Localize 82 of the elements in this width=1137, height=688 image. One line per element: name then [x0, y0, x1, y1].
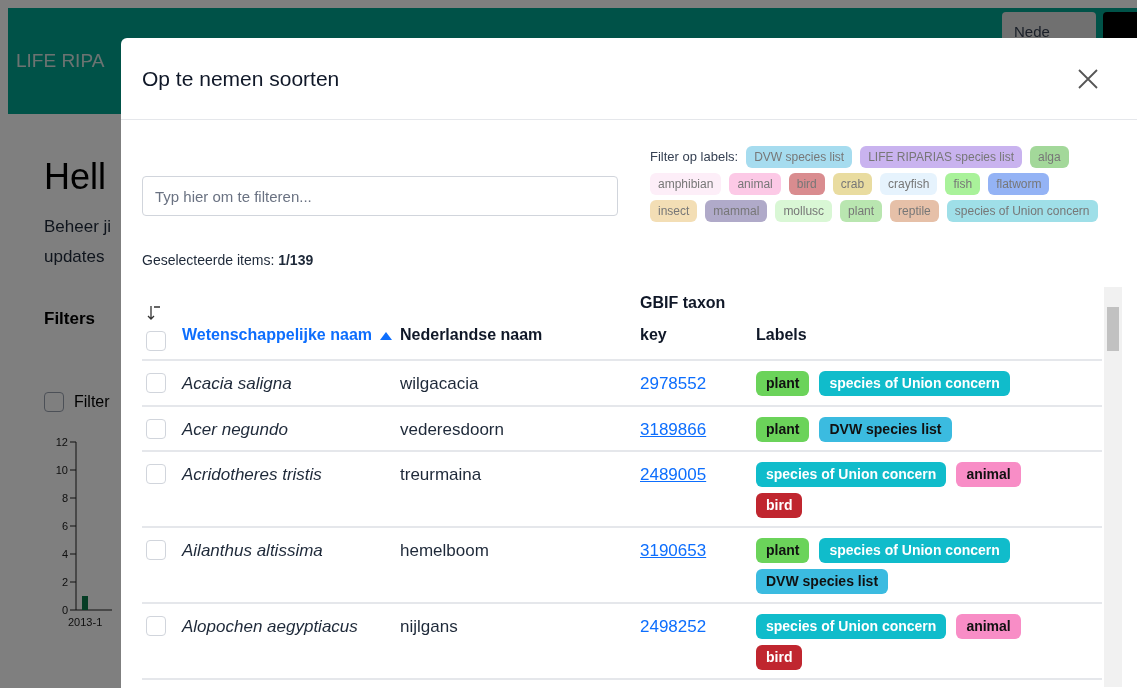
filter-label: Filter op labels: — [650, 148, 739, 167]
table-row[interactable]: Acacia saligna wilgacacia 2978552 plant species of Union concern — [142, 361, 1102, 407]
filter-tag[interactable]: DVW species list — [746, 146, 853, 168]
axis-tick-label: 8 — [61, 491, 68, 504]
axis-tick-label: 0 — [61, 603, 68, 616]
label-tag: species of Union concern — [756, 614, 947, 639]
modal-title: Op te nemen soorten — [142, 65, 340, 92]
table-row[interactable]: Ailanthus altissima hemelboom 3190653 plant species of Union concern DVW species list — [142, 528, 1102, 604]
filter-tag[interactable]: crab — [832, 173, 873, 195]
row-checkbox[interactable] — [146, 373, 166, 393]
intro-text: Beheer ji — [44, 216, 112, 238]
label-tag: DVW species list — [819, 416, 952, 442]
taxon-key-link[interactable]: 2498252 — [640, 617, 707, 636]
table-row[interactable]: Acridotheres tristis treurmaina 2489005 species of Union concern animal bird — [142, 452, 1102, 528]
table-cell-text: Acer negundo — [182, 418, 289, 441]
filter-tag[interactable]: plant — [840, 200, 883, 222]
column-header[interactable]: Wetenschappelijke naam — [182, 319, 372, 351]
table-cell-text: Ailanthus altissima — [182, 540, 324, 562]
table-row[interactable]: Alopochen aegyptiacus nijlgans 2498252 species of Union concern animal bird — [142, 604, 1102, 680]
label-tag: species of Union concern — [756, 462, 947, 487]
selected-count-text: Geselecteerde items: 1/139 — [141, 251, 315, 270]
filter-tag[interactable]: animal — [729, 173, 781, 195]
taxon-key-link[interactable]: 2489005 — [640, 465, 707, 484]
axis-tick-label: 12 — [55, 435, 68, 448]
x-axis — [75, 609, 112, 610]
column-header[interactable]: Labels — [756, 319, 807, 351]
taxon-key-link[interactable]: 3190653 — [640, 541, 707, 560]
filter-tag[interactable]: crayfish — [880, 173, 938, 195]
chart-bar — [82, 595, 88, 610]
label-tag: plant — [756, 538, 810, 563]
table-cell-text: Acacia saligna — [182, 373, 293, 395]
row-checkbox[interactable] — [146, 540, 166, 560]
axis-tick-label: 2 — [61, 575, 68, 588]
table-cell-text: vederesdoorn — [400, 418, 505, 441]
intro-text: updates — [44, 246, 105, 268]
sort-ascending-icon[interactable] — [380, 331, 392, 340]
sort-arrow-icon[interactable] — [146, 305, 162, 321]
page-heading: Hell — [44, 155, 106, 199]
search-field[interactable]: Typ hier om te filteren... — [142, 176, 618, 216]
column-header[interactable]: Nederlandse naam — [400, 319, 543, 351]
table-cell-text: wilgacacia — [400, 373, 480, 395]
label-tag: plant — [756, 371, 810, 396]
label-tag: species of Union concern — [819, 538, 1010, 563]
table-cell-text: hemelboom — [400, 540, 490, 562]
table-cell-text: nijlgans — [400, 616, 459, 638]
select-all-checkbox[interactable] — [146, 331, 166, 351]
axis-tick-label: 2013-1 — [68, 615, 103, 628]
table-cell-text: treurmaina — [400, 464, 483, 486]
taxon-key-link[interactable]: 3189866 — [640, 419, 707, 439]
row-checkbox[interactable] — [146, 418, 166, 439]
checkbox[interactable] — [44, 391, 64, 412]
label-tag: bird — [756, 493, 803, 518]
row-checkbox[interactable] — [146, 464, 166, 484]
filter-tag[interactable]: mollusc — [775, 200, 833, 222]
table-cell-text: Acridotheres tristis — [182, 464, 323, 486]
table-row[interactable]: Acer negundo vederesdoorn 3189866 plant DVW species list — [142, 406, 1102, 452]
filter-tag[interactable]: LIFE RIPARIAS species list — [860, 146, 1022, 168]
axis-tick-label: 10 — [55, 463, 68, 476]
label-tag: DVW species list — [756, 569, 889, 594]
checkbox-label: Filter — [74, 391, 110, 412]
label-tag: animal — [956, 462, 1021, 487]
axis-tick-label: 4 — [61, 547, 68, 560]
column-header[interactable]: GBIF taxon key — [640, 287, 740, 351]
row-checkbox[interactable] — [146, 616, 166, 636]
close-icon[interactable] — [1076, 66, 1100, 91]
filters-heading: Filters — [44, 308, 96, 330]
brand-name: LIFE RIPA — [16, 48, 105, 73]
label-tag: animal — [956, 614, 1021, 639]
filter-tag[interactable]: insect — [650, 200, 698, 222]
filter-tag[interactable]: reptile — [890, 200, 939, 222]
label-tag: species of Union concern — [819, 371, 1010, 396]
filter-tag[interactable]: flatworm — [988, 173, 1050, 195]
filter-tag[interactable]: fish — [945, 173, 981, 195]
filter-tag[interactable]: species of Union concern — [946, 200, 1098, 222]
label-tag: bird — [756, 645, 803, 670]
taxon-key-link[interactable]: 2978552 — [640, 374, 707, 393]
label-tag: plant — [756, 416, 810, 442]
axis-tick-label: 6 — [61, 519, 68, 532]
filter-tag[interactable]: amphibian — [650, 173, 722, 195]
scrollbar[interactable] — [1104, 287, 1122, 687]
filter-tag[interactable]: alga — [1030, 146, 1069, 168]
table-cell-text: Alopochen aegyptiacus — [182, 616, 359, 638]
